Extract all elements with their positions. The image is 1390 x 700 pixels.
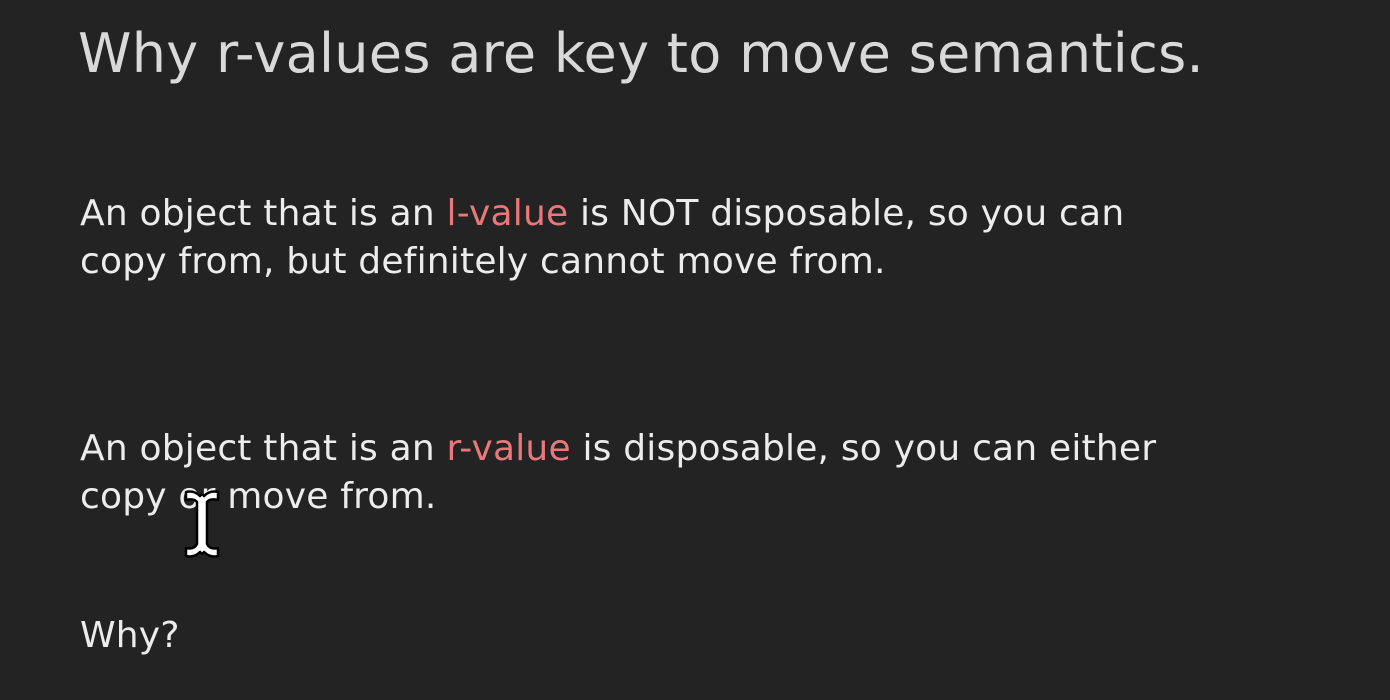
paragraph-lvalue-text-end: is NOT disposable, so you can <box>568 193 1125 234</box>
paragraph-rvalue-line2: copy or move from. <box>80 476 437 517</box>
paragraph-lvalue-text-start: An object that is an <box>80 193 447 234</box>
paragraph-rvalue: An object that is an r-value is disposab… <box>80 425 1156 521</box>
paragraph-lvalue-line2: copy from, but definitely cannot move fr… <box>80 241 886 282</box>
lvalue-highlight: l-value <box>446 193 569 234</box>
slide: Why r-values are key to move semantics. … <box>0 0 1390 700</box>
paragraph-why: Why? <box>80 615 180 656</box>
paragraph-rvalue-text-end: is disposable, so you can either <box>570 428 1157 469</box>
slide-title: Why r-values are key to move semantics. <box>78 22 1205 85</box>
rvalue-highlight: r-value <box>446 428 571 469</box>
text-cursor-icon <box>184 490 220 558</box>
paragraph-rvalue-text-start: An object that is an <box>80 428 447 469</box>
paragraph-lvalue: An object that is an l-value is NOT disp… <box>80 190 1124 286</box>
